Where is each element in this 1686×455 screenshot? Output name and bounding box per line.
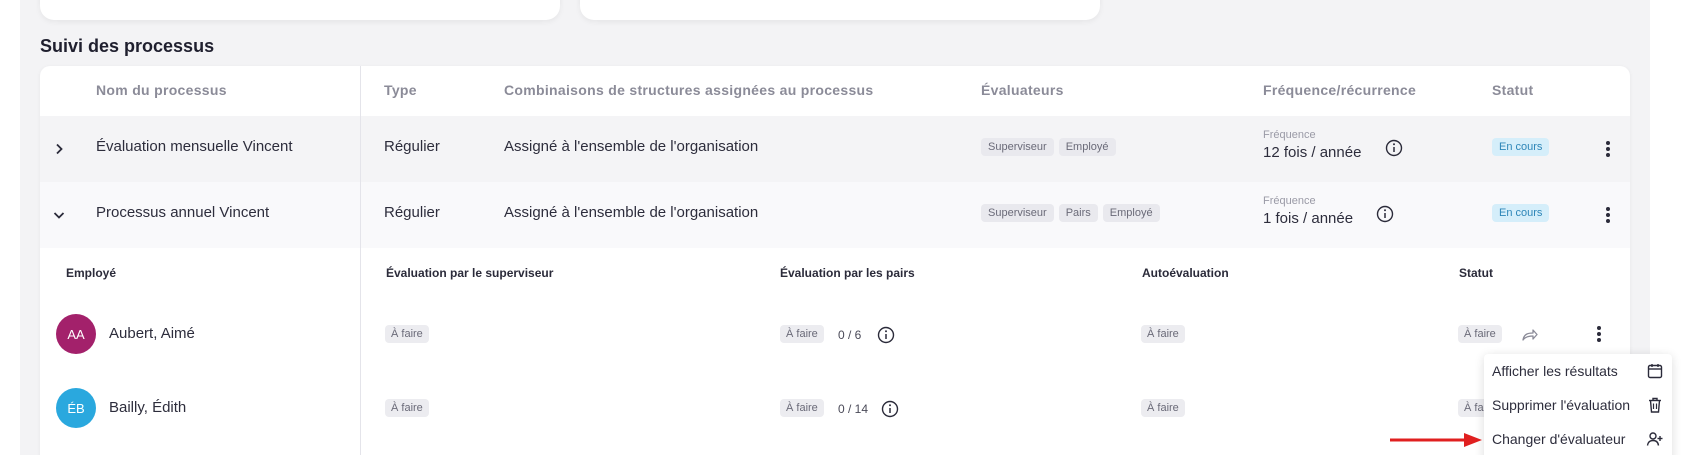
context-menu: Afficher les résultats Supprimer l'évalu… (1484, 354, 1672, 455)
peers-status-badge: À faire (780, 325, 824, 343)
header-structures: Combinaisons de structures assignées au … (504, 82, 874, 98)
frequency: Fréquence 1 fois / année (1263, 195, 1353, 227)
header-process-name: Nom du processus (96, 82, 227, 98)
more-options-icon[interactable] (1598, 139, 1618, 159)
user-plus-icon (1646, 430, 1664, 448)
header-type: Type (384, 82, 417, 98)
top-card-left (40, 0, 560, 20)
evaluator-tags: Superviseur Employé (981, 137, 1121, 156)
info-icon[interactable] (1376, 205, 1394, 223)
menu-item-label: Afficher les résultats (1492, 363, 1618, 379)
process-structures: Assigné à l'ensemble de l'organisation (504, 204, 759, 221)
evaluator-tag: Employé (1058, 138, 1116, 156)
info-icon[interactable] (877, 326, 895, 344)
calendar-icon (1646, 362, 1664, 380)
annotation-arrow-icon (1390, 433, 1482, 447)
section-title: Suivi des processus (40, 36, 215, 56)
subheader-employee: Employé (66, 266, 117, 280)
process-structures: Assigné à l'ensemble de l'organisation (504, 138, 759, 155)
chevron-down-icon[interactable] (48, 204, 70, 226)
evaluator-tag: Superviseur (981, 138, 1054, 156)
supervisor-status-badge: À faire (385, 325, 429, 343)
table-row[interactable]: Évaluation mensuelle Vincent Régulier As… (40, 116, 1630, 182)
frequency-label: Fréquence (1263, 129, 1316, 141)
evaluator-tags: Superviseur Pairs Employé (981, 203, 1165, 222)
process-name: Évaluation mensuelle Vincent (96, 138, 293, 155)
frequency-value: 1 fois / année (1263, 210, 1354, 227)
status-cell: En cours (1492, 203, 1550, 222)
avatar: ÉB (56, 388, 96, 428)
row-status-badge: À faire (1458, 325, 1502, 343)
self-status-badge: À faire (1141, 399, 1185, 417)
subheader-supervisor: Évaluation par le superviseur (386, 266, 554, 280)
avatar: AA (56, 314, 96, 354)
menu-item-change-evaluator[interactable]: Changer d'évaluateur (1484, 422, 1672, 455)
more-options-icon[interactable] (1598, 205, 1618, 225)
evaluator-tag: Pairs (1058, 204, 1098, 222)
info-icon[interactable] (1385, 139, 1403, 157)
subheader-self: Autoévaluation (1142, 266, 1229, 280)
evaluator-tag: Employé (1102, 204, 1160, 222)
column-divider (360, 66, 361, 455)
employee-name: Bailly, Édith (109, 399, 187, 416)
frequency-label: Fréquence (1263, 195, 1316, 207)
top-card-right (580, 0, 1100, 20)
employee-name: Aubert, Aimé (109, 325, 195, 342)
frequency-value: 12 fois / année (1263, 144, 1362, 161)
peers-count: 0 / 14 (838, 402, 869, 416)
more-options-icon[interactable] (1589, 324, 1609, 344)
share-icon[interactable] (1520, 326, 1538, 344)
self-status-badge: À faire (1141, 325, 1185, 343)
peers-count: 0 / 6 (838, 328, 862, 342)
header-status: Statut (1492, 82, 1534, 98)
menu-item-label: Supprimer l'évaluation (1492, 397, 1631, 413)
menu-item-label: Changer d'évaluateur (1492, 431, 1626, 447)
peers-status-badge: À faire (780, 399, 824, 417)
subheader-status: Statut (1459, 266, 1493, 280)
status-badge: En cours (1492, 138, 1550, 156)
frequency: Fréquence 12 fois / année (1263, 129, 1361, 161)
supervisor-status-badge: À faire (385, 399, 429, 417)
trash-icon (1646, 396, 1664, 414)
process-type: Régulier (384, 138, 440, 155)
process-type: Régulier (384, 204, 440, 221)
subheader-peers: Évaluation par les pairs (780, 266, 915, 280)
status-badge: En cours (1492, 204, 1550, 222)
process-name: Processus annuel Vincent (96, 204, 270, 221)
chevron-right-icon[interactable] (48, 138, 70, 160)
table-row[interactable]: Processus annuel Vincent Régulier Assign… (40, 182, 1630, 248)
status-cell: En cours (1492, 137, 1550, 156)
menu-item-view-results[interactable]: Afficher les résultats (1484, 354, 1672, 388)
process-table: Nom du processus Type Combinaisons de st… (40, 66, 1630, 455)
header-frequency: Fréquence/récurrence (1263, 82, 1417, 98)
menu-item-delete-evaluation[interactable]: Supprimer l'évaluation (1484, 388, 1672, 422)
evaluator-tag: Superviseur (981, 204, 1054, 222)
header-evaluators: Évaluateurs (981, 82, 1064, 98)
info-icon[interactable] (881, 400, 899, 418)
